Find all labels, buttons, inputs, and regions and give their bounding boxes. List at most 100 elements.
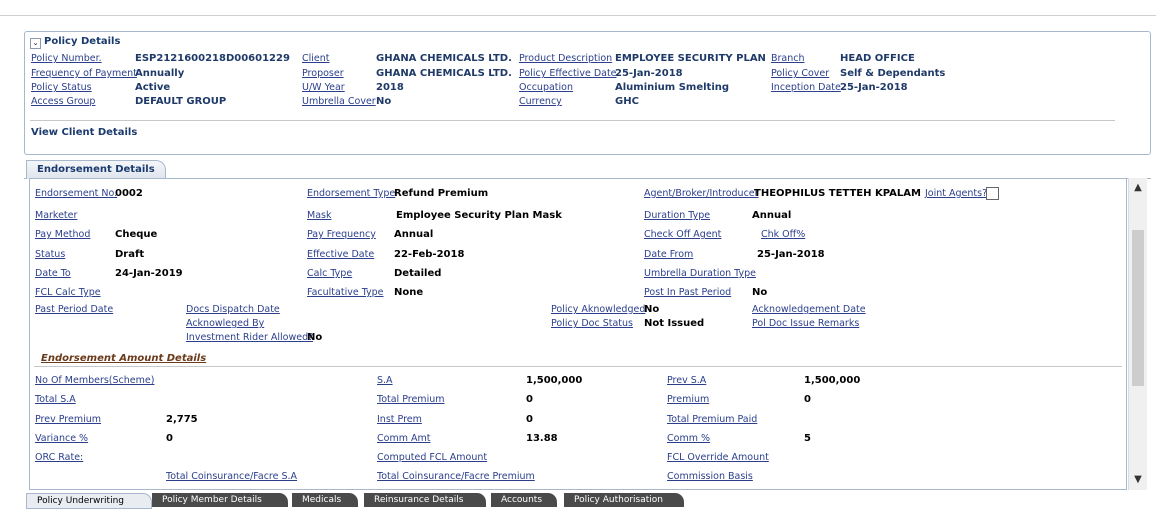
umbrella-duration-type-label[interactable]: Umbrella Duration Type: [644, 268, 756, 279]
total-premium-label[interactable]: Total Premium: [377, 394, 444, 405]
access-group-label[interactable]: Access Group: [31, 96, 95, 107]
date-to-label[interactable]: Date To: [35, 268, 71, 279]
pay-frequency-label[interactable]: Pay Frequency: [307, 229, 376, 240]
variance-value: 0: [166, 433, 173, 444]
scrollbar-thumb[interactable]: [1132, 230, 1144, 386]
occupation-label[interactable]: Occupation: [519, 82, 573, 93]
comm-percent-value: 5: [804, 433, 811, 444]
post-in-past-period-label[interactable]: Post In Past Period: [644, 287, 731, 298]
date-from-value: 25-Jan-2018: [757, 249, 825, 260]
variance-label[interactable]: Variance %: [35, 433, 88, 444]
sa-label[interactable]: S.A: [377, 375, 393, 386]
total-sa-label[interactable]: Total S.A: [35, 394, 76, 405]
endorsement-amount-title[interactable]: Endorsement Amount Details: [41, 353, 206, 364]
occupation-value: Aluminium Smelting: [615, 82, 730, 93]
chevron-down-icon[interactable]: ⌄: [30, 38, 41, 49]
tab-medicals[interactable]: Medicals: [292, 493, 358, 507]
policy-effective-date-label[interactable]: Policy Effective Date: [519, 68, 617, 79]
endorsement-type-label[interactable]: Endorsement Type: [307, 188, 395, 199]
policy-cover-label[interactable]: Policy Cover: [771, 68, 829, 79]
comm-percent-label[interactable]: Comm %: [667, 433, 710, 444]
investment-rider-label[interactable]: Investment Rider Allowed?: [186, 332, 313, 343]
pay-method-value: Cheque: [115, 229, 158, 240]
premium-label[interactable]: Premium: [667, 394, 709, 405]
vertical-scrollbar[interactable]: ▲ ▼: [1128, 178, 1147, 490]
calc-type-label[interactable]: Calc Type: [307, 268, 352, 279]
total-coinsurance-premium-label[interactable]: Total Coinsurance/Facre Premium: [377, 471, 535, 482]
inst-prem-label[interactable]: Inst Prem: [377, 414, 422, 425]
client-value: GHANA CHEMICALS LTD.: [376, 53, 512, 64]
view-client-details-link[interactable]: View Client Details: [31, 127, 137, 138]
tab-accounts[interactable]: Accounts: [491, 493, 557, 507]
inception-date-label[interactable]: Inception Date: [771, 82, 841, 93]
sa-value: 1,500,000: [526, 375, 583, 386]
branch-label[interactable]: Branch: [771, 53, 805, 64]
currency-label[interactable]: Currency: [519, 96, 562, 107]
orc-rate-label[interactable]: ORC Rate:: [35, 452, 83, 463]
access-group-value: DEFAULT GROUP: [135, 96, 227, 107]
endorsement-no-label[interactable]: Endorsement No.: [35, 188, 117, 199]
prev-premium-label[interactable]: Prev Premium: [35, 414, 101, 425]
acknowledgement-date-label[interactable]: Acknowledgement Date: [752, 304, 866, 315]
policy-number-label[interactable]: Policy Number.: [31, 53, 102, 64]
endorsement-type-value: Refund Premium: [394, 188, 489, 199]
arrow-down-icon[interactable]: ▼: [1129, 472, 1147, 488]
comm-amt-label[interactable]: Comm Amt: [377, 433, 430, 444]
tab-policy-authorisation[interactable]: Policy Authorisation: [564, 493, 684, 507]
arrow-up-icon[interactable]: ▲: [1129, 180, 1147, 196]
currency-value: GHC: [615, 96, 639, 107]
agent-broker-label[interactable]: Agent/Broker/Introducer: [644, 188, 759, 199]
agent-broker-value: THEOPHILUS TETTEH KPALAM: [754, 188, 921, 199]
policy-details-title: Policy Details: [44, 36, 121, 47]
duration-type-label[interactable]: Duration Type: [644, 210, 710, 221]
acknowleged-by-label[interactable]: Acknowleged By: [186, 318, 264, 329]
prev-sa-label[interactable]: Prev S.A: [667, 375, 706, 386]
joint-agents-checkbox[interactable]: [986, 187, 999, 200]
amount-divider: [34, 366, 1122, 367]
past-period-date-label[interactable]: Past Period Date: [35, 304, 113, 315]
policy-effective-date-value: 25-Jan-2018: [615, 68, 683, 79]
facultative-type-label[interactable]: Facultative Type: [307, 287, 384, 298]
prev-sa-value: 1,500,000: [804, 375, 861, 386]
no-of-members-label[interactable]: No Of Members(Scheme): [35, 375, 154, 386]
tab-policy-underwriting[interactable]: Policy Underwriting: [26, 493, 152, 509]
pay-method-label[interactable]: Pay Method: [35, 229, 90, 240]
product-description-label[interactable]: Product Description: [519, 53, 612, 64]
mask-label[interactable]: Mask: [307, 210, 331, 221]
commission-basis-label[interactable]: Commission Basis: [667, 471, 753, 482]
policy-aknowledged-label[interactable]: Policy Aknowledged: [551, 304, 645, 315]
date-from-label[interactable]: Date From: [644, 249, 693, 260]
policy-details-header[interactable]: ⌄ Policy Details: [30, 36, 120, 49]
calc-type-value: Detailed: [394, 268, 442, 279]
computed-fcl-amount-label[interactable]: Computed FCL Amount: [377, 452, 487, 463]
policy-cover-value: Self & Dependants: [840, 68, 946, 79]
fcl-calc-type-label[interactable]: FCL Calc Type: [35, 287, 101, 298]
policy-status-label[interactable]: Policy Status: [31, 82, 92, 93]
umbrella-cover-label[interactable]: Umbrella Cover: [302, 96, 376, 107]
frequency-of-payment-label[interactable]: Frequency of Payment: [31, 68, 137, 79]
tab-endorsement-details[interactable]: Endorsement Details: [26, 160, 166, 179]
date-to-value: 24-Jan-2019: [115, 268, 183, 279]
status-value: Draft: [115, 249, 145, 260]
status-label[interactable]: Status: [35, 249, 65, 260]
policy-doc-status-label[interactable]: Policy Doc Status: [551, 318, 633, 329]
tab-policy-member-details[interactable]: Policy Member Details: [152, 493, 288, 507]
policy-divider: [30, 120, 1115, 121]
proposer-label[interactable]: Proposer: [302, 68, 344, 79]
total-premium-paid-label[interactable]: Total Premium Paid: [667, 414, 757, 425]
proposer-value: GHANA CHEMICALS LTD.: [376, 68, 512, 79]
client-label[interactable]: Client: [302, 53, 330, 64]
docs-dispatch-date-label[interactable]: Docs Dispatch Date: [186, 304, 280, 315]
fcl-override-amount-label[interactable]: FCL Override Amount: [667, 452, 769, 463]
tab-reinsurance-details[interactable]: Reinsurance Details: [364, 493, 486, 507]
inst-prem-value: 0: [526, 414, 533, 425]
joint-agents-label[interactable]: Joint Agents?: [925, 188, 987, 199]
pol-doc-issue-remarks-label[interactable]: Pol Doc Issue Remarks: [752, 318, 859, 329]
marketer-label[interactable]: Marketer: [35, 210, 77, 221]
chk-off-percent-label[interactable]: Chk Off%: [761, 229, 805, 240]
total-coinsurance-sa-label[interactable]: Total Coinsurance/Facre S.A: [166, 471, 297, 482]
prev-premium-value: 2,775: [166, 414, 198, 425]
effective-date-label[interactable]: Effective Date: [307, 249, 374, 260]
uw-year-label[interactable]: U/W Year: [302, 82, 345, 93]
check-off-agent-label[interactable]: Check Off Agent: [644, 229, 721, 240]
